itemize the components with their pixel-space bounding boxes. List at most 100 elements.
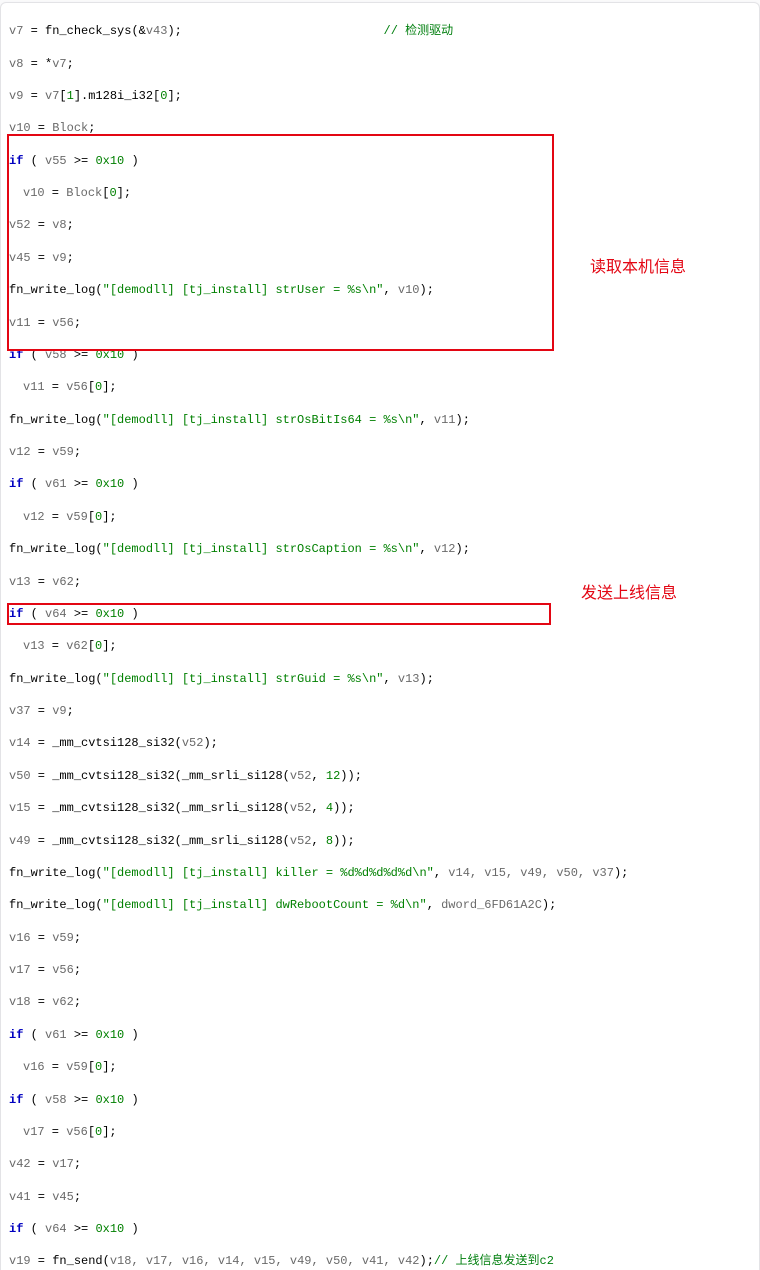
- num: 0x10: [95, 1093, 124, 1107]
- code-panel: v7 = fn_check_sys(&v43); // 检测驱动 v8 = *v…: [0, 2, 760, 1270]
- keyword: if: [9, 154, 23, 168]
- arg: v13: [398, 672, 420, 686]
- var: v16: [23, 1060, 45, 1074]
- keyword: if: [9, 1093, 23, 1107]
- keyword: if: [9, 1222, 23, 1236]
- arg: v52: [290, 834, 312, 848]
- var: v37: [9, 704, 31, 718]
- var: v15: [9, 801, 31, 815]
- fn: _mm_cvtsi128_si32: [52, 801, 174, 815]
- fn: _mm_cvtsi128_si32: [52, 769, 174, 783]
- arg: v52: [182, 736, 204, 750]
- var: v64: [45, 607, 67, 621]
- var: v8: [9, 57, 23, 71]
- str: "[demodll] [tj_install] dwRebootCount = …: [103, 898, 427, 912]
- num: 0: [95, 1125, 102, 1139]
- num: 0: [109, 186, 116, 200]
- var: v7: [52, 57, 66, 71]
- num: 0: [95, 380, 102, 394]
- fn: _mm_cvtsi128_si32: [52, 736, 174, 750]
- var: v13: [23, 639, 45, 653]
- num: 0: [160, 89, 167, 103]
- var: v62: [52, 575, 74, 589]
- var: v10: [9, 121, 31, 135]
- num: 0: [95, 639, 102, 653]
- var: v9: [52, 251, 66, 265]
- var: v45: [9, 251, 31, 265]
- keyword: if: [9, 1028, 23, 1042]
- keyword: if: [9, 477, 23, 491]
- str: "[demodll] [tj_install] strOsBitIs64 = %…: [103, 413, 420, 427]
- var: v7: [45, 89, 59, 103]
- var: v9: [52, 704, 66, 718]
- num: 0: [95, 510, 102, 524]
- keyword: if: [9, 348, 23, 362]
- var: v56: [66, 1125, 88, 1139]
- fn: fn_check_sys: [45, 24, 131, 38]
- str: "[demodll] [tj_install] strOsCaption = %…: [103, 542, 420, 556]
- var: v12: [23, 510, 45, 524]
- var: v41: [9, 1190, 31, 1204]
- fn: fn_send: [52, 1254, 102, 1268]
- var: v12: [9, 445, 31, 459]
- var: v50: [9, 769, 31, 783]
- fn: fn_write_log: [9, 542, 95, 556]
- var: v8: [52, 218, 66, 232]
- var: v59: [66, 510, 88, 524]
- num: 0x10: [95, 348, 124, 362]
- fn: fn_write_log: [9, 413, 95, 427]
- arg: v43: [146, 24, 168, 38]
- keyword: if: [9, 607, 23, 621]
- var: v13: [9, 575, 31, 589]
- var: v61: [45, 1028, 67, 1042]
- var: v11: [23, 380, 45, 394]
- fn: _mm_srli_si128: [182, 801, 283, 815]
- var: v59: [52, 931, 74, 945]
- num: 8: [326, 834, 333, 848]
- var: v59: [52, 445, 74, 459]
- var: v42: [9, 1157, 31, 1171]
- var: v16: [9, 931, 31, 945]
- str: "[demodll] [tj_install] killer = %d%d%d%…: [103, 866, 434, 880]
- var: v59: [66, 1060, 88, 1074]
- var: v56: [52, 316, 74, 330]
- var: v56: [52, 963, 74, 977]
- arg: v11: [434, 413, 456, 427]
- arg: v18, v17, v16, v14, v15, v49, v50, v41, …: [110, 1254, 420, 1268]
- num: 1: [67, 89, 74, 103]
- var: v17: [23, 1125, 45, 1139]
- var: v62: [52, 995, 74, 1009]
- var: v64: [45, 1222, 67, 1236]
- num: 12: [326, 769, 340, 783]
- fn: fn_write_log: [9, 672, 95, 686]
- fn: fn_write_log: [9, 898, 95, 912]
- num: 0x10: [95, 477, 124, 491]
- comment: // 上线信息发送到c2: [434, 1254, 554, 1268]
- num: 0x10: [95, 1028, 124, 1042]
- var: v56: [66, 380, 88, 394]
- var: v10: [23, 186, 45, 200]
- num: 0: [95, 1060, 102, 1074]
- var: v61: [45, 477, 67, 491]
- var: v58: [45, 1093, 67, 1107]
- num: 4: [326, 801, 333, 815]
- var: v9: [9, 89, 23, 103]
- var: v18: [9, 995, 31, 1009]
- fn: _mm_srli_si128: [182, 769, 283, 783]
- arg: v52: [290, 769, 312, 783]
- fn: _mm_srli_si128: [182, 834, 283, 848]
- var: v52: [9, 218, 31, 232]
- arg: v14, v15, v49, v50, v37: [448, 866, 614, 880]
- var: v11: [9, 316, 31, 330]
- arg: v10: [398, 283, 420, 297]
- arg: dword_6FD61A2C: [441, 898, 542, 912]
- var: v17: [52, 1157, 74, 1171]
- num: 0x10: [95, 154, 124, 168]
- var: v62: [66, 639, 88, 653]
- var: v55: [45, 154, 67, 168]
- var: Block: [66, 186, 102, 200]
- arg: v52: [290, 801, 312, 815]
- var: v58: [45, 348, 67, 362]
- num: 0x10: [95, 1222, 124, 1236]
- str: "[demodll] [tj_install] strGuid = %s\n": [103, 672, 384, 686]
